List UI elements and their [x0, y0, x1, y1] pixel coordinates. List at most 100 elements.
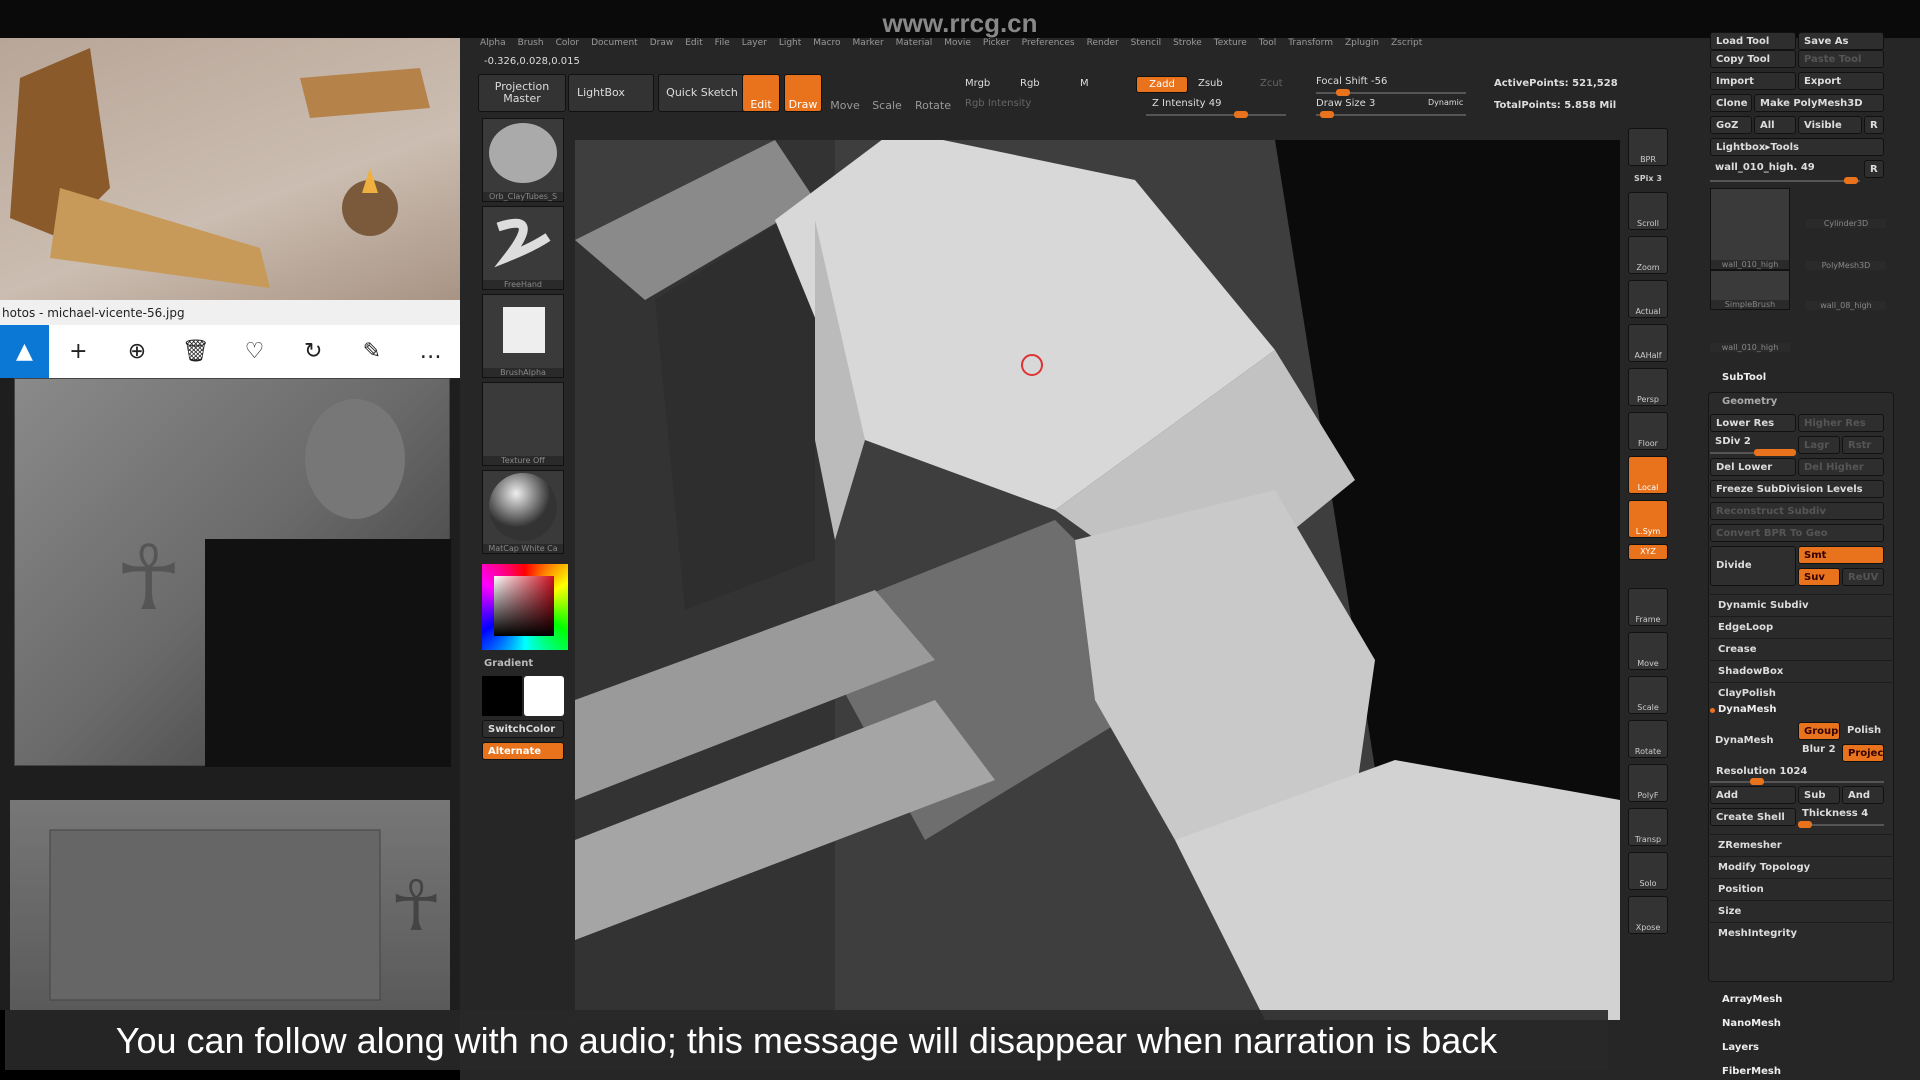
shelf-xyz-button[interactable]: XYZ — [1628, 544, 1668, 560]
del-higher-button[interactable]: Del Higher — [1798, 458, 1884, 476]
menu-preferences[interactable]: Preferences — [1022, 38, 1075, 52]
save-as-button[interactable]: Save As — [1798, 32, 1884, 50]
shelf-polyf-button[interactable]: PolyF — [1628, 764, 1668, 802]
import-button[interactable]: Import — [1710, 72, 1796, 90]
shelf-local-button[interactable]: Local — [1628, 456, 1668, 494]
section-nanomesh[interactable]: NanoMesh — [1722, 1018, 1781, 1029]
resolution-track[interactable] — [1710, 778, 1884, 785]
slider-knob[interactable] — [1844, 177, 1858, 184]
menu-stencil[interactable]: Stencil — [1131, 38, 1161, 52]
scale-button[interactable]: Scale — [868, 74, 906, 112]
heart-icon[interactable]: ♡ — [225, 339, 284, 364]
tool-thumb[interactable]: wall_08_high — [1806, 270, 1886, 310]
lagr-button[interactable]: Lagr — [1798, 436, 1840, 454]
draw-size-track[interactable] — [1316, 111, 1466, 118]
freeze-subdivision-button[interactable]: Freeze SubDivision Levels — [1710, 480, 1884, 498]
paste-tool-button[interactable]: Paste Tool — [1798, 50, 1884, 68]
goz-button[interactable]: GoZ — [1710, 116, 1752, 134]
add-button[interactable]: Add — [1710, 786, 1796, 804]
tool-slider-track[interactable] — [1710, 177, 1860, 184]
lower-res-button[interactable]: Lower Res — [1710, 414, 1796, 432]
shelf-l-sym-button[interactable]: L.Sym — [1628, 500, 1668, 538]
add-icon[interactable]: + — [49, 339, 108, 364]
delete-icon[interactable]: 🗑 — [166, 339, 225, 364]
zoom-in-icon[interactable]: ⊕ — [108, 339, 167, 364]
m-button[interactable]: M — [1080, 78, 1089, 89]
z-intensity-slider[interactable]: Z Intensity 49 — [1152, 98, 1221, 109]
shelf-spix-3-button[interactable]: SPix 3 — [1628, 172, 1668, 188]
draw-button[interactable]: Draw — [784, 74, 822, 112]
menu-movie[interactable]: Movie — [944, 38, 971, 52]
geometry-title[interactable]: Geometry — [1722, 396, 1777, 407]
tool-thumb[interactable]: SimpleBrush — [1710, 270, 1790, 310]
menu-tool[interactable]: Tool — [1259, 38, 1276, 52]
r-button[interactable]: R — [1864, 116, 1884, 134]
menu-light[interactable]: Light — [779, 38, 801, 52]
polish-toggle[interactable]: Polish — [1842, 722, 1884, 740]
shelf-frame-button[interactable]: Frame — [1628, 588, 1668, 626]
thickness-track[interactable] — [1798, 821, 1884, 828]
3d-viewport-canvas[interactable] — [575, 140, 1620, 1020]
subpalette-meshintegrity[interactable]: MeshIntegrity — [1710, 922, 1892, 944]
brush-thumbnail[interactable]: Orb_ClayTubes_S — [482, 118, 564, 202]
rotate-button[interactable]: Rotate — [912, 74, 954, 112]
menu-color[interactable]: Color — [556, 38, 580, 52]
groups-toggle[interactable]: Groups — [1798, 722, 1840, 740]
rotate-icon[interactable]: ↻ — [284, 339, 343, 364]
del-lower-button[interactable]: Del Lower — [1710, 458, 1796, 476]
export-button[interactable]: Export — [1798, 72, 1884, 90]
slider-knob[interactable] — [1754, 449, 1796, 456]
menu-edit[interactable]: Edit — [685, 38, 702, 52]
focal-shift-slider[interactable]: Focal Shift -56 — [1316, 76, 1387, 87]
shelf-actual-button[interactable]: Actual — [1628, 280, 1668, 318]
subpalette-size[interactable]: Size — [1710, 900, 1892, 922]
subpalette-dynamic-subdiv[interactable]: Dynamic Subdiv — [1710, 594, 1892, 616]
mrgb-button[interactable]: Mrgb — [965, 78, 990, 89]
menu-transform[interactable]: Transform — [1288, 38, 1333, 52]
tool-thumb[interactable]: wall_010_high — [1710, 188, 1790, 270]
main-color-swatch[interactable] — [524, 676, 564, 716]
subpalette-zremesher[interactable]: ZRemesher — [1710, 834, 1892, 856]
subpalette-shadowbox[interactable]: ShadowBox — [1710, 660, 1892, 682]
menu-picker[interactable]: Picker — [983, 38, 1010, 52]
make-polymesh-button[interactable]: Make PolyMesh3D — [1754, 94, 1884, 112]
menu-alpha[interactable]: Alpha — [480, 38, 506, 52]
and-button[interactable]: And — [1842, 786, 1884, 804]
menu-material[interactable]: Material — [896, 38, 933, 52]
rgb-intensity-slider[interactable]: Rgb Intensity — [965, 98, 1031, 109]
higher-res-button[interactable]: Higher Res — [1798, 414, 1884, 432]
shelf-solo-button[interactable]: Solo — [1628, 852, 1668, 890]
shelf-zoom-button[interactable]: Zoom — [1628, 236, 1668, 274]
quick-sketch-button[interactable]: Quick Sketch — [658, 74, 746, 112]
projection-master-button[interactable]: Projection Master — [478, 74, 566, 112]
blur-slider[interactable]: Blur 2 — [1802, 744, 1836, 755]
menu-brush[interactable]: Brush — [518, 38, 544, 52]
smt-toggle[interactable]: Smt — [1798, 546, 1884, 564]
menu-layer[interactable]: Layer — [742, 38, 767, 52]
dynamesh-subpalette[interactable]: DynaMesh — [1718, 704, 1777, 715]
resolution-slider[interactable]: Resolution 1024 — [1716, 766, 1807, 777]
project-toggle[interactable]: Projec — [1842, 744, 1884, 762]
section-fibermesh[interactable]: FiberMesh — [1722, 1066, 1781, 1077]
tool-thumb[interactable]: PolyMesh3D — [1806, 230, 1886, 270]
shelf-scroll-button[interactable]: Scroll — [1628, 192, 1668, 230]
zsub-button[interactable]: Zsub — [1198, 78, 1223, 89]
shelf-transp-button[interactable]: Transp — [1628, 808, 1668, 846]
texture-thumbnail[interactable]: Texture Off — [482, 382, 564, 466]
subpalette-modify-topology[interactable]: Modify Topology — [1710, 856, 1892, 878]
subpalette-edgeloop[interactable]: EdgeLoop — [1710, 616, 1892, 638]
stroke-thumbnail[interactable]: FreeHand — [482, 206, 564, 290]
create-shell-button[interactable]: Create Shell — [1710, 808, 1796, 826]
load-tool-button[interactable]: Load Tool — [1710, 32, 1796, 50]
sub-button[interactable]: Sub — [1798, 786, 1840, 804]
dynamesh-button[interactable]: DynaMesh — [1710, 722, 1796, 762]
menu-stroke[interactable]: Stroke — [1173, 38, 1202, 52]
menu-macro[interactable]: Macro — [813, 38, 840, 52]
dynamic-button[interactable]: Dynamic — [1428, 98, 1463, 107]
menu-zscript[interactable]: Zscript — [1391, 38, 1422, 52]
menu-document[interactable]: Document — [591, 38, 638, 52]
color-square[interactable] — [494, 576, 554, 636]
reuv-button[interactable]: ReUV — [1842, 568, 1884, 586]
visible-button[interactable]: Visible — [1798, 116, 1862, 134]
tool-thumb[interactable]: Cylinder3D — [1806, 188, 1886, 228]
